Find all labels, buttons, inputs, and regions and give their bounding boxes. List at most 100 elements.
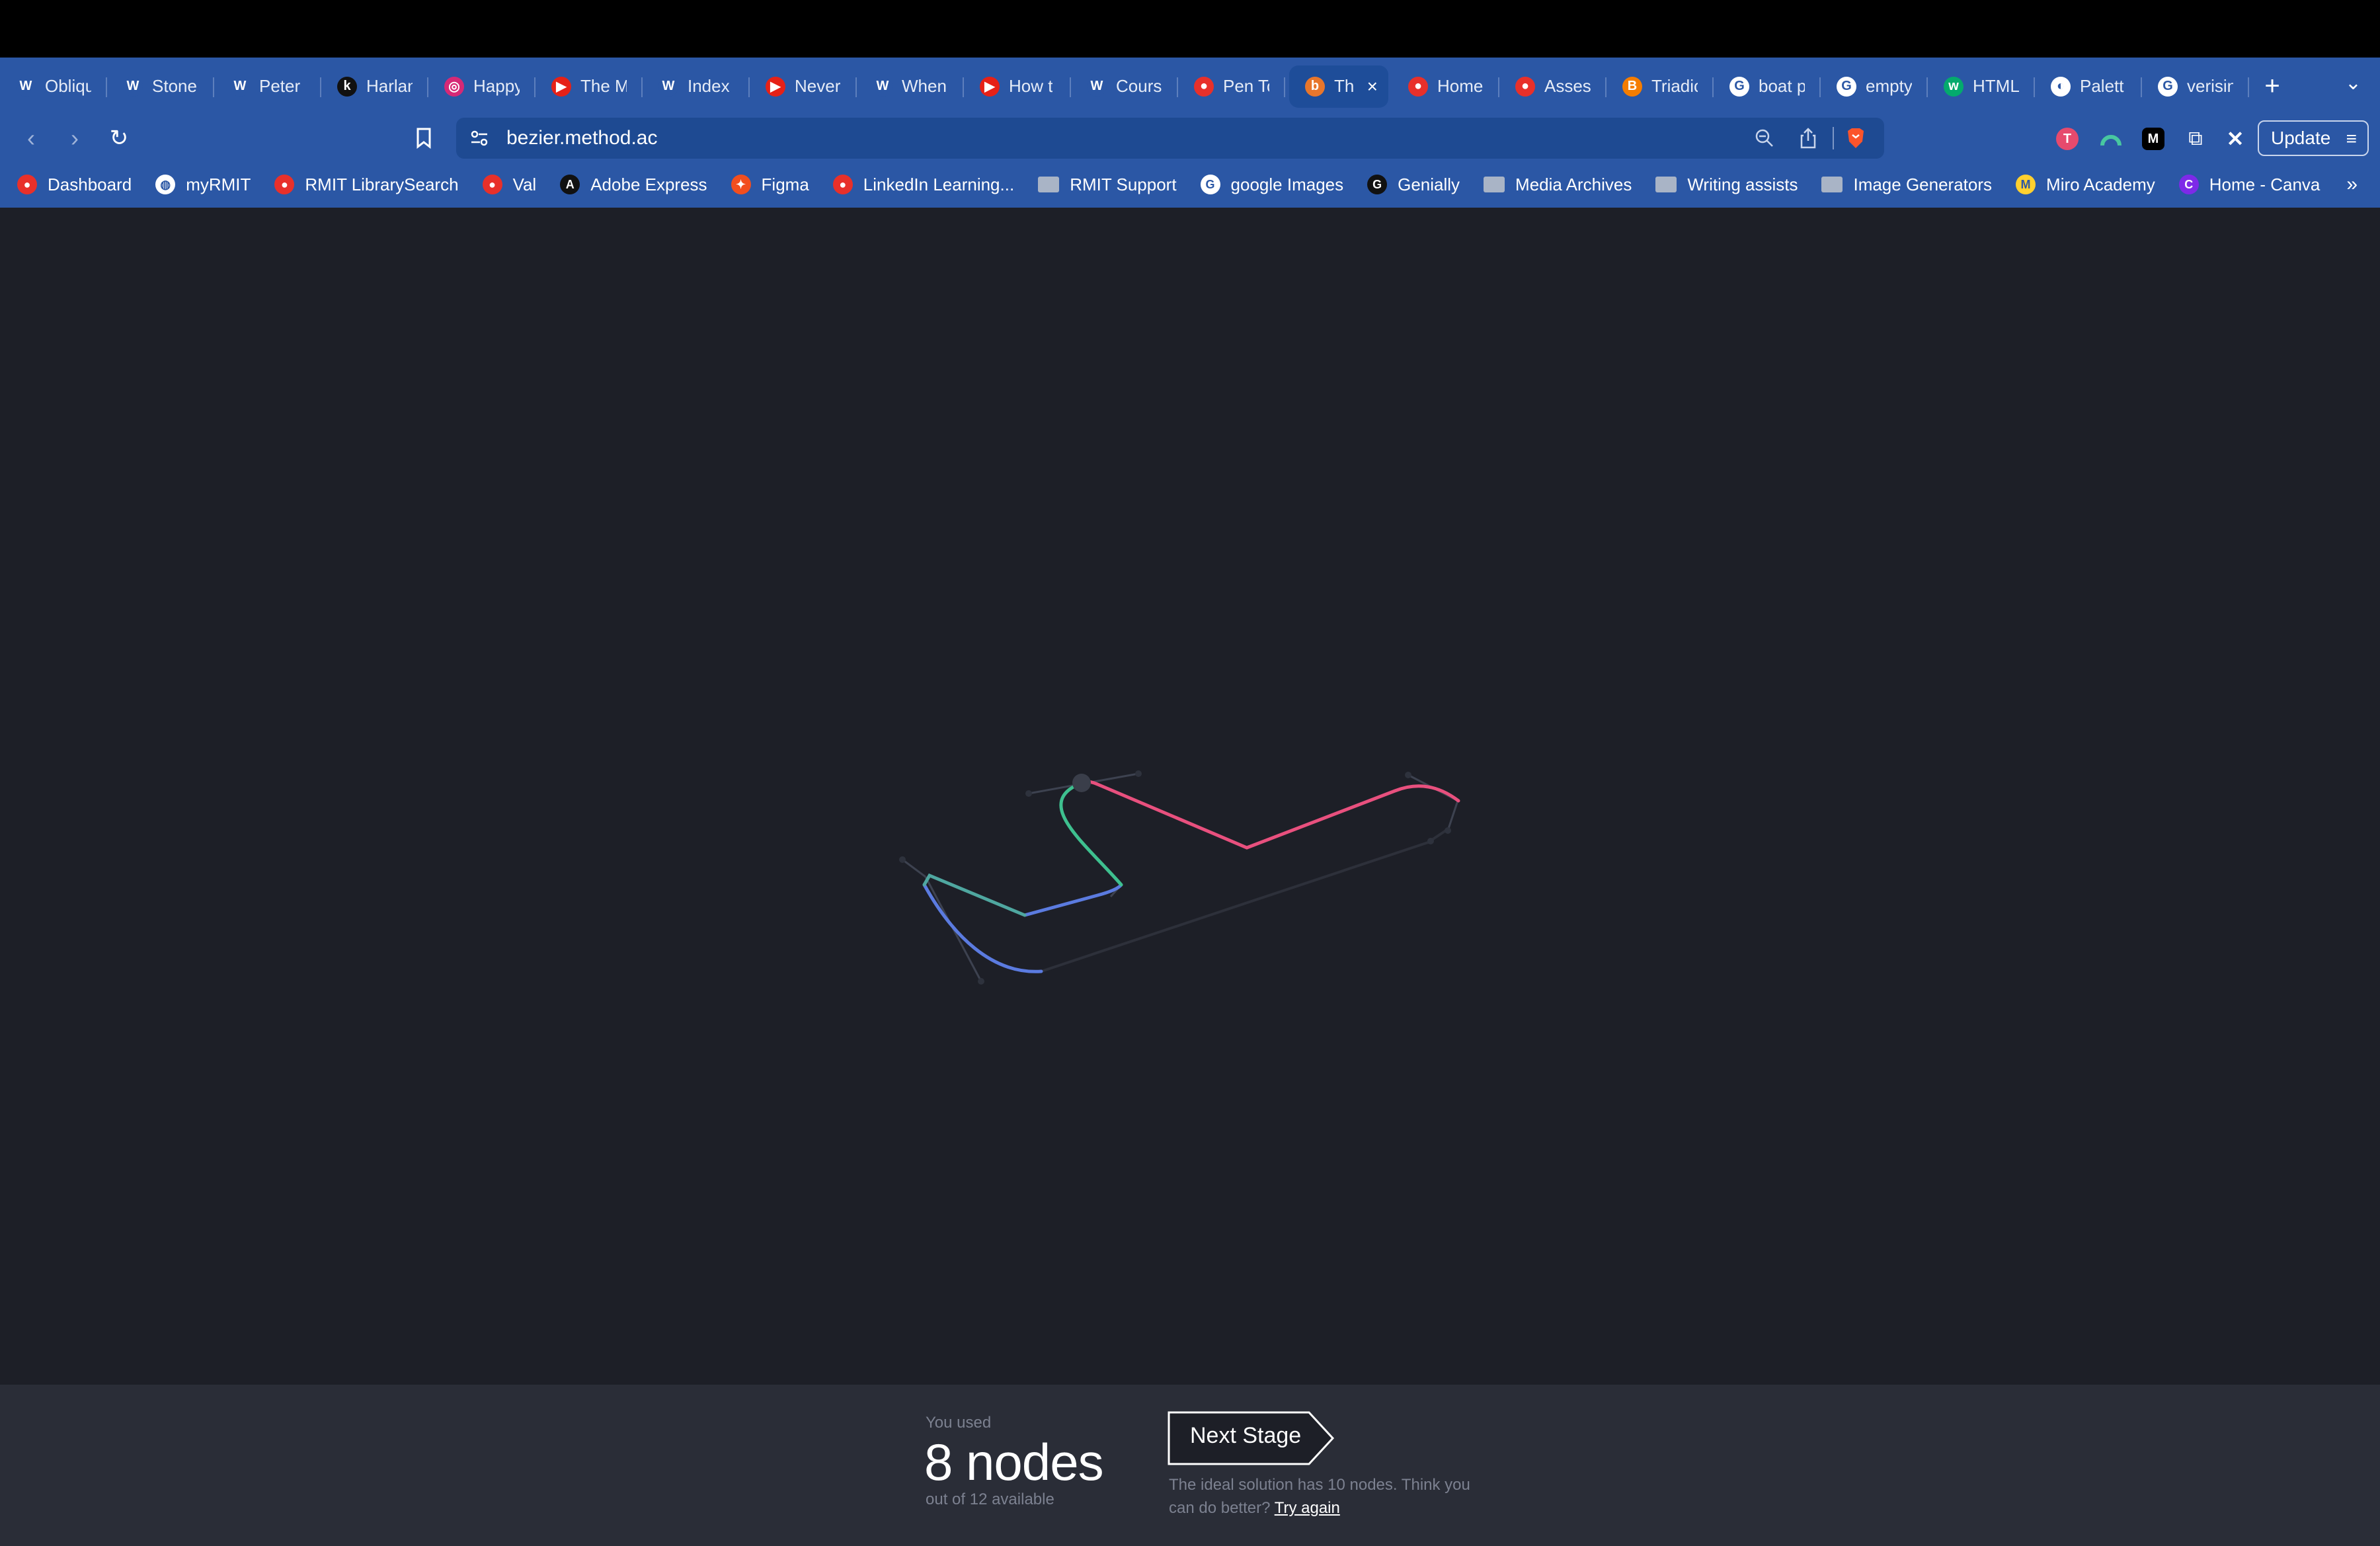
bookmark-item[interactable]: ● Val bbox=[482, 175, 536, 195]
bookmark-label: Home - Canva bbox=[2209, 174, 2320, 194]
wordpress-icon: W bbox=[123, 76, 143, 97]
tab[interactable]: W Stone bbox=[107, 65, 214, 108]
reload-icon[interactable]: ↻ bbox=[102, 122, 136, 155]
tab[interactable]: ◐ Palett bbox=[2035, 65, 2142, 108]
more-bookmarks-icon[interactable]: » bbox=[2346, 173, 2358, 196]
bezier-canvas[interactable] bbox=[0, 208, 2380, 1385]
google-icon: G bbox=[1837, 76, 1856, 97]
score-panel: You used 8 nodes out of 12 available Nex… bbox=[0, 1385, 2380, 1546]
extension-m-icon[interactable]: M bbox=[2142, 128, 2164, 150]
k-icon: k bbox=[337, 76, 357, 97]
address-bar[interactable]: bezier.method.ac bbox=[456, 118, 1884, 159]
tab-title: Th bbox=[1334, 76, 1355, 96]
extensions-puzzle-icon[interactable]: ⧉ bbox=[2184, 128, 2207, 150]
curve-segment-green[interactable] bbox=[1059, 781, 1123, 887]
extension-x-icon[interactable]: ✕ bbox=[2224, 127, 2246, 151]
next-stage-label[interactable]: Next Stage bbox=[1190, 1423, 1301, 1449]
bookmark-item[interactable]: G Genially bbox=[1367, 175, 1460, 195]
tab-title: The M bbox=[580, 76, 627, 96]
bookmark-icon[interactable] bbox=[407, 122, 440, 155]
google-icon: G bbox=[1729, 76, 1749, 97]
update-label: Update bbox=[2271, 128, 2331, 148]
handle-point bbox=[1427, 838, 1434, 844]
tab[interactable]: Gboat p bbox=[1714, 65, 1821, 108]
rmit-icon: ● bbox=[832, 175, 853, 194]
tab[interactable]: k Harlan bbox=[321, 65, 428, 108]
close-tab-icon[interactable]: × bbox=[1367, 76, 1378, 97]
brave-shields-icon[interactable] bbox=[1842, 124, 1870, 152]
tab[interactable]: W When bbox=[857, 65, 964, 108]
bookmark-item[interactable]: Image Generators bbox=[1821, 175, 1992, 195]
bookmark-label: Genially bbox=[1398, 174, 1460, 194]
rmit-icon: ● bbox=[1194, 76, 1214, 97]
bookmark-item[interactable]: ✦ Figma bbox=[731, 175, 809, 195]
google-icon: G bbox=[1200, 175, 1220, 194]
used-label: You used bbox=[926, 1414, 992, 1432]
bookmark-item[interactable]: ◍ myRMIT bbox=[155, 175, 251, 195]
update-button[interactable]: Update ≡ bbox=[2258, 120, 2369, 156]
tab[interactable]: Gempty bbox=[1821, 65, 1928, 108]
handle-point bbox=[1445, 827, 1451, 834]
tab-list-chevron-icon[interactable]: ⌄ bbox=[2345, 71, 2361, 95]
site-settings-icon[interactable] bbox=[465, 124, 493, 152]
tab[interactable]: ● Home bbox=[1392, 65, 1499, 108]
tab[interactable]: ▶ The M bbox=[536, 65, 643, 108]
active-anchor-node[interactable] bbox=[1072, 774, 1091, 792]
share-icon[interactable] bbox=[1794, 124, 1822, 152]
extension-arc-icon[interactable] bbox=[2100, 128, 2122, 150]
handle-point bbox=[978, 978, 984, 985]
bookmark-item[interactable]: C Home - Canva bbox=[2178, 174, 2320, 195]
tab[interactable]: W Peter bbox=[214, 65, 321, 108]
curve-segment-pink[interactable] bbox=[1080, 780, 1460, 850]
bookmarks-bar: ● Dashboard ◍ myRMIT ● RMIT LibrarySearch ● Val… bbox=[0, 161, 2380, 208]
tab[interactable]: W Obliqu bbox=[0, 65, 107, 108]
tab[interactable]: ▶ Never bbox=[750, 65, 857, 108]
tab-active[interactable]: b Th × bbox=[1289, 65, 1388, 108]
globe-icon: ◍ bbox=[155, 175, 176, 194]
tab[interactable]: ● Pen To bbox=[1178, 65, 1285, 108]
bookmark-item[interactable]: RMIT Support bbox=[1038, 175, 1177, 195]
bookmark-item[interactable]: ● LinkedIn Learning... bbox=[832, 174, 1015, 195]
tab[interactable]: ▶ How t bbox=[964, 65, 1071, 108]
zoom-out-icon[interactable] bbox=[1751, 124, 1778, 152]
curve-segment-blue-lower[interactable] bbox=[1023, 883, 1123, 917]
control-handles bbox=[902, 772, 1459, 982]
tab[interactable]: W Cours bbox=[1071, 65, 1178, 108]
tab[interactable]: ● Asses bbox=[1499, 65, 1606, 108]
wordpress-icon: W bbox=[658, 76, 678, 97]
tab[interactable]: ◎ Happy bbox=[428, 65, 536, 108]
bookmark-label: Adobe Express bbox=[590, 174, 707, 194]
folder-icon bbox=[1821, 177, 1843, 192]
tab[interactable]: W Index bbox=[643, 65, 750, 108]
tab-title: HTML bbox=[1973, 76, 2019, 96]
bookmark-item[interactable]: ● Dashboard bbox=[17, 175, 132, 195]
try-again-link[interactable]: Try again bbox=[1275, 1499, 1340, 1517]
tab[interactable]: B Triadic bbox=[1606, 65, 1714, 108]
extension-t-icon[interactable]: T bbox=[2056, 128, 2079, 150]
bookmark-label: google Images bbox=[1230, 174, 1344, 194]
forward-arrow-icon[interactable]: › bbox=[58, 122, 91, 155]
bookmark-item[interactable]: M Miro Academy bbox=[2016, 175, 2155, 195]
handle-point bbox=[1025, 790, 1032, 797]
bookmark-item[interactable]: ● RMIT LibrarySearch bbox=[274, 174, 459, 195]
w3-icon: w bbox=[1944, 76, 1964, 97]
bookmark-item[interactable]: Ggoogle Images bbox=[1200, 174, 1344, 195]
bookmark-item[interactable]: Media Archives bbox=[1484, 175, 1632, 195]
bookmark-label: Figma bbox=[761, 174, 809, 194]
back-arrow-icon[interactable]: ‹ bbox=[15, 122, 48, 155]
window-top-strip bbox=[0, 0, 2380, 58]
new-tab-plus-icon[interactable]: + bbox=[2249, 65, 2295, 108]
bookmark-label: RMIT LibrarySearch bbox=[305, 174, 459, 194]
tab-title: boat p bbox=[1759, 76, 1805, 96]
bookmark-item[interactable]: A Adobe Express bbox=[560, 175, 707, 195]
target-guide-path bbox=[1041, 828, 1449, 973]
tab[interactable]: Gverisin bbox=[2142, 65, 2249, 108]
bookmark-item[interactable]: Writing assists bbox=[1655, 175, 1798, 195]
tab-title: Pen To bbox=[1223, 76, 1269, 96]
handle-point bbox=[899, 856, 906, 863]
bookmark-label: LinkedIn Learning... bbox=[863, 174, 1015, 194]
bookmark-label: Image Generators bbox=[1853, 174, 1993, 194]
menu-hamburger-icon[interactable]: ≡ bbox=[2346, 128, 2357, 149]
tab[interactable]: w HTML bbox=[1928, 65, 2035, 108]
url-text: bezier.method.ac bbox=[506, 127, 658, 149]
